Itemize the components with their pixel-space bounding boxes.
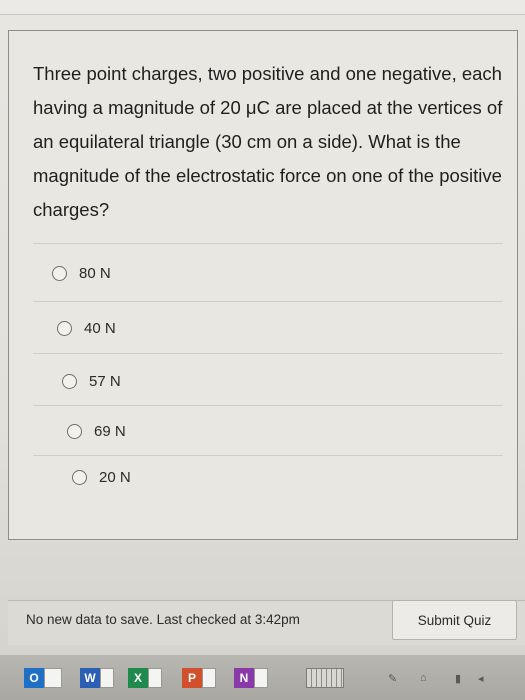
- outlook-icon[interactable]: O: [24, 668, 44, 688]
- excel-doc-icon: [148, 668, 162, 688]
- answer-option-5[interactable]: 20 N: [72, 469, 131, 486]
- answer-option-2[interactable]: 40 N: [57, 320, 116, 337]
- network-icon[interactable]: ⌂: [420, 672, 427, 684]
- option-divider: [33, 301, 503, 302]
- word-icon[interactable]: W: [80, 668, 100, 688]
- volume-icon[interactable]: ◂: [478, 672, 484, 685]
- submit-quiz-button[interactable]: Submit Quiz: [392, 600, 517, 640]
- radio-button[interactable]: [57, 321, 72, 336]
- answer-option-1[interactable]: 80 N: [52, 265, 111, 282]
- option-label: 80 N: [79, 265, 111, 282]
- onenote-doc-icon: [254, 668, 268, 688]
- word-doc-icon: [100, 668, 114, 688]
- powerpoint-icon[interactable]: P: [182, 668, 202, 688]
- outlook-mail-doc-icon: [44, 668, 62, 688]
- option-label: 57 N: [89, 373, 121, 390]
- question-text: Three point charges, two positive and on…: [33, 63, 503, 220]
- signal-icon[interactable]: ▮: [455, 672, 461, 685]
- onenote-icon[interactable]: N: [234, 668, 254, 688]
- radio-button[interactable]: [72, 470, 87, 485]
- excel-icon[interactable]: X: [128, 668, 148, 688]
- radio-button[interactable]: [62, 374, 77, 389]
- top-edge: [0, 0, 525, 15]
- question-card: Three point charges, two positive and on…: [8, 30, 518, 540]
- option-divider: [33, 405, 503, 406]
- option-label: 69 N: [94, 423, 126, 440]
- option-label: 40 N: [84, 320, 116, 337]
- answer-option-4[interactable]: 69 N: [67, 423, 126, 440]
- option-label: 20 N: [99, 469, 131, 486]
- option-divider: [33, 353, 503, 354]
- keyboard-icon[interactable]: [306, 668, 344, 688]
- save-status-text: No new data to save. Last checked at 3:4…: [26, 612, 300, 627]
- radio-button[interactable]: [67, 424, 82, 439]
- pen-icon[interactable]: ✎: [388, 672, 397, 685]
- quiz-screen: Three point charges, two positive and on…: [0, 0, 525, 700]
- answer-option-3[interactable]: 57 N: [62, 373, 121, 390]
- radio-button[interactable]: [52, 266, 67, 281]
- option-divider: [33, 455, 503, 456]
- question-divider: [33, 243, 503, 244]
- powerpoint-doc-icon: [202, 668, 216, 688]
